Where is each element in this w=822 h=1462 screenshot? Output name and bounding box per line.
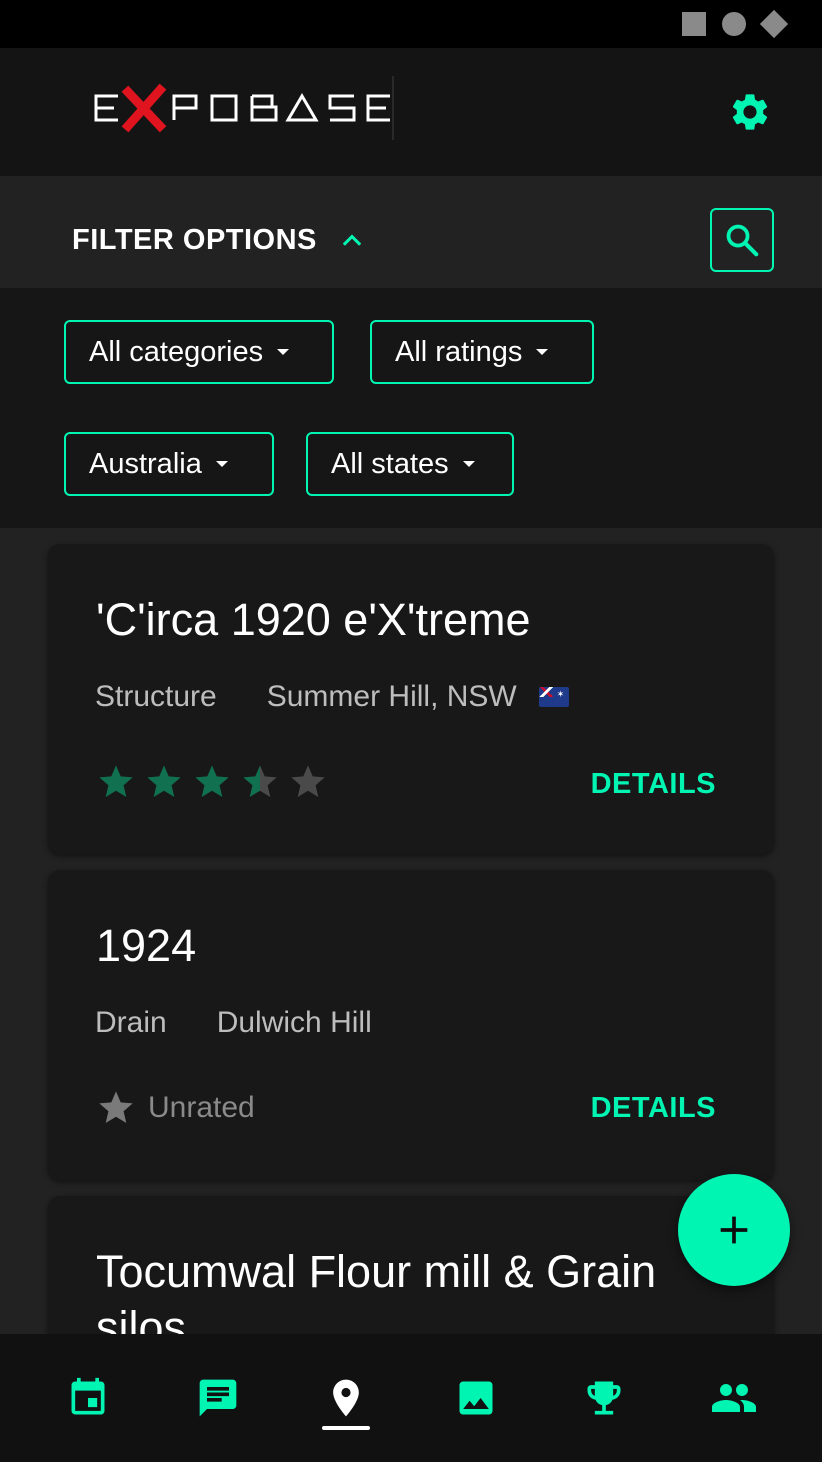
australia-flag-icon — [538, 687, 569, 707]
card-meta: Structure Summer Hill, NSW — [95, 680, 569, 714]
state-dropdown-label: All states — [331, 447, 449, 480]
app-bar — [0, 48, 822, 176]
star-icon — [99, 765, 133, 797]
chat-icon[interactable] — [194, 1374, 242, 1422]
card-category: Structure — [95, 680, 217, 713]
map-pin-icon[interactable] — [322, 1374, 370, 1422]
card-location: Dulwich Hill — [216, 1006, 372, 1039]
chevron-up-icon[interactable] — [338, 226, 366, 254]
image-icon[interactable] — [452, 1374, 500, 1422]
details-button[interactable]: DETAILS — [591, 768, 716, 801]
card-title: 1924 — [96, 920, 197, 971]
filter-panel: All categories All ratings Australia All… — [0, 288, 822, 528]
star-icon — [99, 1091, 133, 1123]
people-icon[interactable] — [710, 1374, 758, 1422]
square-icon — [682, 12, 706, 36]
add-location-button[interactable] — [678, 1174, 790, 1286]
category-dropdown[interactable]: All categories — [64, 320, 334, 384]
diamond-icon — [759, 9, 789, 39]
card-meta: Drain Dulwich Hill — [95, 1006, 372, 1040]
logo-mark — [94, 83, 390, 133]
unrated-rating: Unrated — [96, 1088, 255, 1128]
caret-down-icon — [536, 349, 549, 355]
search-button[interactable] — [710, 208, 774, 272]
app-logo — [92, 76, 396, 140]
card-category: Drain — [95, 1006, 167, 1039]
logo-divider — [392, 76, 394, 140]
filter-options-toggle[interactable]: FILTER OPTIONS — [72, 224, 317, 257]
caret-down-icon — [462, 461, 475, 467]
star-icon — [243, 765, 277, 797]
card-title: Tocumwal Flour mill & Grain silos — [96, 1246, 657, 1334]
star-icon — [195, 765, 229, 797]
bottom-navigation — [0, 1334, 822, 1462]
selected-indicator — [322, 1426, 370, 1430]
filter-header: FILTER OPTIONS — [0, 176, 822, 288]
list-item[interactable]: Tocumwal Flour mill & Grain silos — [48, 1196, 774, 1334]
search-icon — [726, 224, 759, 257]
card-title: 'C'irca 1920 e'X'treme — [96, 594, 531, 645]
star-rating — [96, 762, 328, 802]
list-item[interactable]: 1924 Drain Dulwich Hill Unrated DETAILS — [48, 870, 774, 1180]
trophy-icon[interactable] — [580, 1374, 628, 1422]
country-dropdown[interactable]: Australia — [64, 432, 274, 496]
plus-icon — [720, 1216, 748, 1244]
card-location: Summer Hill, NSW — [266, 680, 517, 713]
list-item[interactable]: 'C'irca 1920 e'X'treme Structure Summer … — [48, 544, 774, 854]
caret-down-icon — [215, 461, 228, 467]
details-button[interactable]: DETAILS — [591, 1092, 716, 1125]
rating-dropdown[interactable]: All ratings — [370, 320, 594, 384]
country-dropdown-label: Australia — [89, 447, 202, 480]
status-bar — [0, 0, 822, 48]
category-dropdown-label: All categories — [89, 335, 264, 368]
circle-icon — [722, 12, 746, 36]
unrated-label: Unrated — [148, 1091, 255, 1124]
state-dropdown[interactable]: All states — [306, 432, 514, 496]
caret-down-icon — [277, 349, 290, 355]
gear-icon[interactable] — [728, 90, 772, 134]
star-icon — [291, 765, 325, 797]
rating-dropdown-label: All ratings — [395, 335, 523, 368]
calendar-icon[interactable] — [64, 1374, 112, 1422]
star-icon — [147, 765, 181, 797]
